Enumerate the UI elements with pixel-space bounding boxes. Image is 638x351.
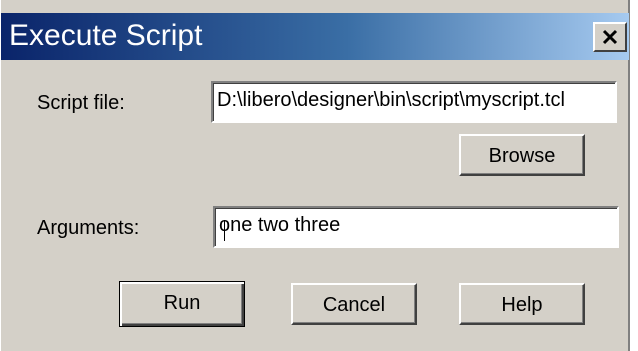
cancel-button-label: Cancel [322,294,386,316]
run-button-label: Run [163,292,201,314]
text-caret [224,220,225,241]
browse-button-label: Browse [488,145,556,167]
script-file-value: D:\libero\designer\bin\script\myscript.t… [217,89,565,111]
close-icon [602,29,618,45]
help-button-label: Help [501,294,543,316]
arguments-input[interactable]: one two three [213,206,619,248]
help-button[interactable]: Help [459,283,585,325]
browse-button[interactable]: Browse [459,134,585,176]
run-button[interactable]: Run [119,281,245,327]
script-file-label: Script file: [37,92,125,114]
execute-script-dialog: Execute Script Script file: D:\libero\de… [0,0,630,351]
title-bar[interactable]: Execute Script [1,13,629,60]
close-button[interactable] [593,22,627,52]
window-title: Execute Script [9,19,203,52]
arguments-label: Arguments: [37,217,140,239]
arguments-value: one two three [219,214,341,241]
script-file-input[interactable]: D:\libero\designer\bin\script\myscript.t… [211,81,617,123]
cancel-button[interactable]: Cancel [291,283,417,325]
arguments-text: one two three [219,214,341,236]
